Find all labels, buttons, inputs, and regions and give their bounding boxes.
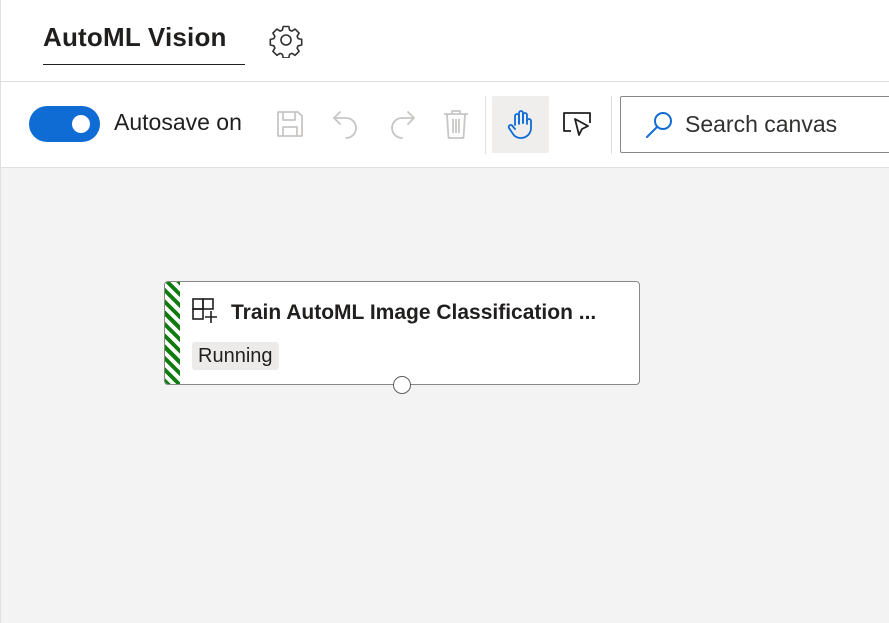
node-output-port[interactable] xyxy=(393,376,411,394)
pipeline-canvas[interactable] xyxy=(1,168,889,623)
hand-pan-icon[interactable] xyxy=(492,96,549,153)
module-add-icon xyxy=(192,298,218,324)
search-icon xyxy=(643,109,675,141)
autosave-label: Autosave on xyxy=(114,109,242,135)
node-status-stripe xyxy=(165,282,180,384)
title-bar: AutoML Vision xyxy=(1,0,889,82)
gear-icon[interactable] xyxy=(268,22,304,59)
autosave-toggle[interactable] xyxy=(29,106,100,142)
pipeline-title-tab[interactable]: AutoML Vision xyxy=(43,18,245,65)
delete-icon[interactable] xyxy=(436,104,476,144)
select-pointer-icon[interactable] xyxy=(557,104,597,144)
save-icon[interactable] xyxy=(270,104,310,144)
pipeline-node[interactable]: Train AutoML Image Classification ... Ru… xyxy=(164,281,640,394)
undo-icon[interactable] xyxy=(326,104,366,144)
toggle-knob xyxy=(72,115,90,133)
search-box[interactable] xyxy=(620,96,889,153)
search-input[interactable] xyxy=(685,109,885,139)
canvas-toolbar: Autosave on xyxy=(1,82,889,168)
toolbar-divider xyxy=(611,96,612,154)
status-badge: Running xyxy=(192,342,279,370)
node-title: Train AutoML Image Classification ... xyxy=(231,301,597,324)
redo-icon[interactable] xyxy=(382,104,422,144)
pipeline-title: AutoML Vision xyxy=(43,22,227,52)
toolbar-divider xyxy=(485,96,486,154)
